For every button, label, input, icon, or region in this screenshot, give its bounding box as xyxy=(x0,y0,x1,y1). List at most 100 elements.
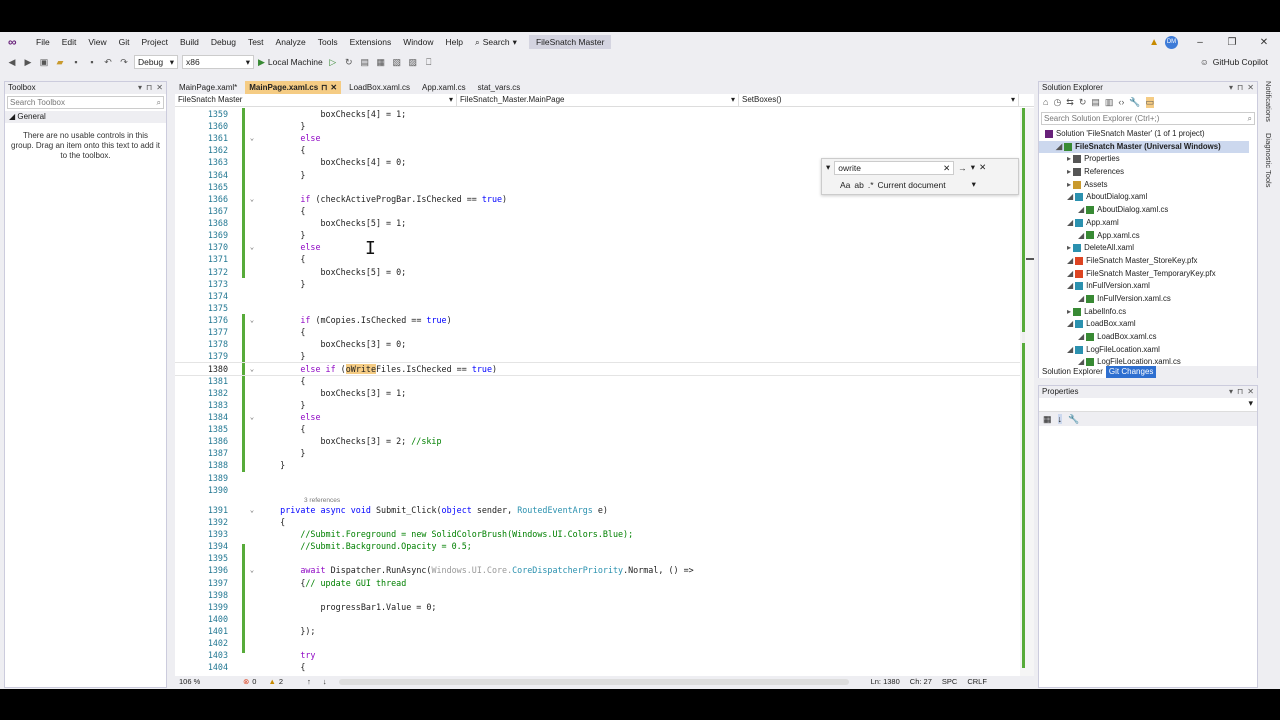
code-line[interactable]: 1383 } xyxy=(175,399,1020,411)
solution-tree-item[interactable]: ◢ LogFileLocation.xaml xyxy=(1039,344,1249,357)
find-scope[interactable]: Current document xyxy=(878,180,946,190)
redo-icon[interactable]: ↷ xyxy=(118,56,130,68)
expand-icon[interactable]: ◢ xyxy=(1067,192,1075,201)
chevron-down-icon[interactable]: ▾ xyxy=(1229,82,1233,94)
solution-tree-item[interactable]: ◢ FileSnatch Master_TemporaryKey.pfx xyxy=(1039,268,1249,281)
code-line[interactable]: 1388 } xyxy=(175,459,1020,471)
find-next-icon[interactable]: → xyxy=(958,163,967,173)
pin-icon[interactable]: ⊓ xyxy=(321,81,327,94)
fold-toggle-icon[interactable]: ⌄ xyxy=(248,564,256,576)
code-line[interactable]: 1369 } xyxy=(175,229,1020,241)
fold-toggle-icon[interactable]: ⌄ xyxy=(248,411,256,423)
code-line[interactable]: 1374 xyxy=(175,290,1020,302)
regex-icon[interactable]: .* xyxy=(868,180,874,190)
solution-tree-item[interactable]: ▸ LabelInfo.cs xyxy=(1039,306,1249,319)
solution-tree-item[interactable]: ◢ AboutDialog.xaml.cs xyxy=(1039,204,1249,217)
expand-icon[interactable]: ◢ xyxy=(1078,332,1086,341)
github-copilot-button[interactable]: ☺ GitHub Copilot xyxy=(1200,52,1268,72)
menu-tools[interactable]: Tools xyxy=(312,32,344,52)
undo-icon[interactable]: ↶ xyxy=(102,56,114,68)
code-line[interactable]: 1400 xyxy=(175,613,1020,625)
pin-icon[interactable]: ⊓ xyxy=(146,82,152,94)
code-line[interactable]: 1401 }); xyxy=(175,625,1020,637)
code-line[interactable]: 1377 { xyxy=(175,326,1020,338)
code-line[interactable]: 1370 ⌄ else xyxy=(175,241,1020,253)
nav-member-select[interactable]: SetBoxes() ▾ xyxy=(739,94,1019,107)
tab-git-changes[interactable]: Git Changes xyxy=(1105,366,1157,378)
collapse-all-icon[interactable]: ▤ xyxy=(1091,97,1100,108)
expand-icon[interactable]: ◢ xyxy=(1078,231,1086,240)
code-line[interactable]: 1382 boxChecks[3] = 1; xyxy=(175,387,1020,399)
diagnostic-tools-tab[interactable]: Diagnostic Tools xyxy=(1264,133,1273,187)
solution-tree-item[interactable]: ▸ Assets xyxy=(1039,179,1249,192)
fold-toggle-icon[interactable]: ⌄ xyxy=(248,504,256,516)
code-line[interactable]: 1381 { xyxy=(175,375,1020,387)
menu-edit[interactable]: Edit xyxy=(56,32,83,52)
solution-tree-item[interactable]: ▸ Properties xyxy=(1039,153,1249,166)
hot-reload-icon[interactable]: ↻ xyxy=(343,56,355,68)
chevron-down-icon[interactable]: ▾ xyxy=(826,162,830,173)
code-line[interactable]: 1398 xyxy=(175,589,1020,601)
warning-icon[interactable]: ▲ xyxy=(1149,37,1159,48)
expand-icon[interactable]: ◢ xyxy=(1067,256,1075,265)
code-line[interactable]: 1380 ⌄ else if (oWriteFiles.IsChecked == … xyxy=(175,361,1020,376)
show-all-files-icon[interactable]: ▥ xyxy=(1105,97,1114,108)
categorized-icon[interactable]: ▦ xyxy=(1043,414,1052,425)
code-line[interactable]: 1393 //Submit.Foreground = new SolidColo… xyxy=(175,528,1020,540)
solution-tree-item[interactable]: ◢ FileSnatch Master_StoreKey.pfx xyxy=(1039,255,1249,268)
avatar[interactable]: DM xyxy=(1165,35,1178,49)
toolbar-misc-icon[interactable]: ▤ xyxy=(359,56,371,68)
save-all-icon[interactable]: ▪ xyxy=(86,56,98,68)
sync-icon[interactable]: ⇆ xyxy=(1066,97,1074,108)
solution-tree-item[interactable]: ◢ InFullVersion.xaml.cs xyxy=(1039,293,1249,306)
indent-mode[interactable]: SPC xyxy=(932,676,957,688)
document-tab[interactable]: MainPage.xaml* xyxy=(175,81,241,94)
document-tab[interactable]: App.xaml.cs xyxy=(418,81,470,94)
code-line[interactable]: 1395 xyxy=(175,552,1020,564)
chevron-down-icon[interactable]: ▾ xyxy=(972,179,976,190)
code-line[interactable]: 1384 ⌄ else xyxy=(175,411,1020,423)
document-tab[interactable]: LoadBox.xaml.cs xyxy=(345,81,414,94)
solution-tree-item[interactable]: ◢ AboutDialog.xaml xyxy=(1039,191,1249,204)
document-tab[interactable]: MainPage.xaml.cs ⊓ ✕ xyxy=(245,81,342,94)
code-line[interactable]: 1367 { xyxy=(175,205,1020,217)
solution-tree-item[interactable]: ◢ App.xaml xyxy=(1039,217,1249,230)
solution-tree-item[interactable]: Solution 'FileSnatch Master' (1 of 1 pro… xyxy=(1039,128,1249,141)
code-line[interactable]: 1387 } xyxy=(175,447,1020,459)
chevron-down-icon[interactable]: ▾ xyxy=(971,162,975,173)
solution-search-input[interactable]: Search Solution Explorer (Ctrl+;) ⌕ xyxy=(1041,112,1255,125)
fold-toggle-icon[interactable]: ⌄ xyxy=(248,314,256,326)
refresh-icon[interactable]: ↻ xyxy=(1079,97,1087,108)
menu-extensions[interactable]: Extensions xyxy=(344,32,398,52)
horizontal-scrollbar[interactable] xyxy=(338,679,849,685)
close-icon[interactable]: ✕ xyxy=(1247,82,1254,94)
nav-project-select[interactable]: FileSnatch Master ▾ xyxy=(175,94,457,107)
code-line[interactable]: 1403 try xyxy=(175,649,1020,661)
expand-icon[interactable]: ◢ xyxy=(1067,269,1075,278)
expand-icon[interactable]: ◢ xyxy=(1067,319,1075,328)
fold-toggle-icon[interactable]: ⌄ xyxy=(248,193,256,205)
code-line[interactable]: 1386 boxChecks[3] = 2; //skip xyxy=(175,435,1020,447)
nav-class-select[interactable]: FileSnatch_Master.MainPage ▾ xyxy=(457,94,739,107)
menu-git[interactable]: Git xyxy=(113,32,136,52)
new-project-icon[interactable]: ▣ xyxy=(38,56,50,68)
preview-icon[interactable]: ‹› xyxy=(1118,97,1124,107)
solution-tree-item[interactable]: ◢ FileSnatch Master (Universal Windows) xyxy=(1039,140,1249,154)
home-icon[interactable]: ⌂ xyxy=(1043,97,1048,107)
nav-up-icon[interactable]: ↑ xyxy=(307,676,323,688)
close-icon[interactable]: ✕ xyxy=(979,162,986,173)
code-line[interactable]: 1371 { xyxy=(175,253,1020,265)
solution-tree-item[interactable]: ◢ App.xaml.cs xyxy=(1039,230,1249,243)
menu-debug[interactable]: Debug xyxy=(205,32,242,52)
back-icon[interactable]: ◀ xyxy=(6,56,18,68)
menu-file[interactable]: File xyxy=(30,32,56,52)
code-line[interactable]: 1396 ⌄ await Dispatcher.RunAsync(Windows.… xyxy=(175,564,1020,576)
code-line[interactable]: 1375 xyxy=(175,302,1020,314)
code-line[interactable]: 1359 boxChecks[4] = 1; xyxy=(175,108,1020,120)
code-line[interactable]: 1385 { xyxy=(175,423,1020,435)
close-window-button[interactable]: ✕ xyxy=(1248,37,1280,48)
forward-icon[interactable]: ▶ xyxy=(22,56,34,68)
warning-icon[interactable]: ▲ xyxy=(268,676,275,688)
chevron-down-icon[interactable]: ▾ xyxy=(1229,386,1233,398)
properties-object-select[interactable]: ▾ xyxy=(1039,398,1257,412)
